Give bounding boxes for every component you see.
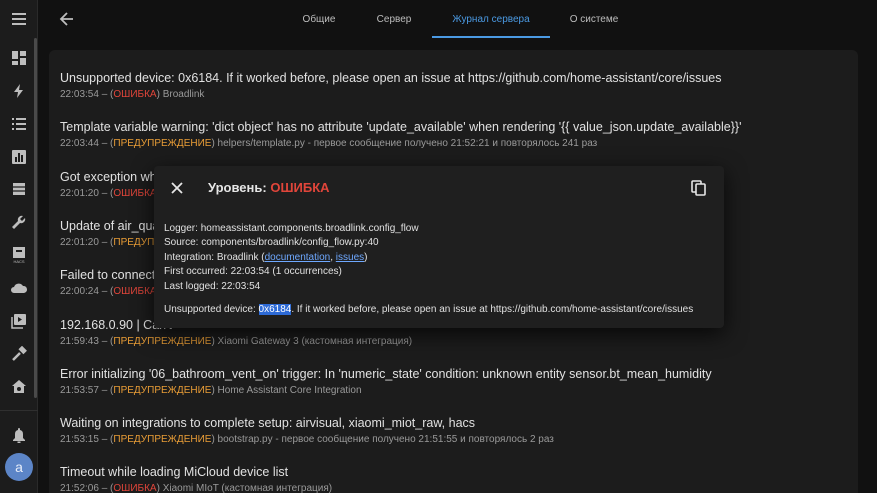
- log-level: ОШИБКА: [113, 188, 157, 199]
- detail-first-occurred: First occurred: 22:03:54 (1 occurrences): [164, 266, 342, 278]
- back-arrow-icon[interactable]: [57, 9, 77, 29]
- log-level: ПРЕДУПРЕЖДЕНИЕ: [113, 385, 212, 396]
- message-selected-text: 0x6184: [258, 304, 292, 315]
- log-level: ОШИБКА: [113, 89, 157, 100]
- log-entry[interactable]: Timeout while loading MiCloud device lis…: [60, 465, 850, 493]
- tab-about[interactable]: О системе: [546, 0, 642, 38]
- energy-icon[interactable]: [9, 81, 29, 101]
- log-time: 22:01:20: [60, 237, 99, 248]
- log-message: Waiting on integrations to complete setu…: [60, 416, 476, 430]
- documentation-link[interactable]: documentation: [265, 252, 331, 263]
- log-source: Home Assistant Core Integration: [217, 385, 362, 396]
- dialog-title-prefix: Уровень:: [208, 180, 267, 195]
- log-time: 22:03:54: [60, 89, 99, 100]
- log-meta: 21:52:06 – (ОШИБКА) Xiaomi MIoT (кастомн…: [60, 483, 333, 493]
- developer-tools-icon[interactable]: [9, 212, 29, 232]
- detail-integration: Integration: Broadlink (documentation, i…: [164, 251, 419, 265]
- tools-icon[interactable]: [9, 344, 29, 364]
- dialog-details: Logger: homeassistant.components.broadli…: [164, 222, 419, 294]
- top-bar: Общие Сервер Журнал сервера О системе: [38, 0, 877, 38]
- dialog-title: Уровень: ОШИБКА: [208, 180, 330, 195]
- log-time: 21:53:15: [60, 434, 99, 445]
- log-source: Xiaomi MIoT (кастомная интеграция): [162, 483, 333, 493]
- sidebar: HACS a: [0, 0, 38, 493]
- log-meta: 21:53:57 – (ПРЕДУПРЕЖДЕНИЕ) Home Assista…: [60, 385, 362, 396]
- log-meta: 21:59:43 – (ПРЕДУПРЕЖДЕНИЕ) Xiaomi Gatew…: [60, 336, 413, 347]
- sidebar-scrollbar[interactable]: [34, 38, 37, 398]
- integration-suffix: ): [364, 251, 368, 263]
- bell-icon[interactable]: [9, 425, 29, 445]
- media-icon[interactable]: [9, 311, 29, 331]
- dialog-message: Unsupported device: 0x6184. If it worked…: [164, 304, 693, 315]
- issues-link[interactable]: issues: [336, 252, 364, 263]
- log-source: helpers/template.py - первое сообщение п…: [217, 138, 598, 149]
- log-time: 21:53:57: [60, 385, 99, 396]
- history-icon[interactable]: [9, 147, 29, 167]
- log-entry[interactable]: Unsupported device: 0x6184. If it worked…: [60, 71, 850, 100]
- close-icon[interactable]: [169, 180, 185, 196]
- log-message: Timeout while loading MiCloud device lis…: [60, 465, 289, 479]
- tab-server[interactable]: Сервер: [350, 0, 438, 38]
- log-message: Error initializing '06_bathroom_vent_on'…: [60, 367, 712, 381]
- log-source: Broadlink: [162, 89, 205, 100]
- overview-icon[interactable]: [9, 48, 29, 68]
- svg-text:HACS: HACS: [13, 259, 24, 264]
- message-suffix: . If it worked before, please open an is…: [291, 304, 694, 315]
- active-tab-indicator: [432, 36, 550, 38]
- log-message: Template variable warning: 'dict object'…: [60, 120, 742, 134]
- cloud-icon[interactable]: [9, 278, 29, 298]
- log-time: 22:03:44: [60, 138, 99, 149]
- log-meta: 21:53:15 – (ПРЕДУПРЕЖДЕНИЕ) bootstrap.py…: [60, 434, 554, 445]
- menu-icon[interactable]: [9, 9, 29, 29]
- tab-server-logs[interactable]: Журнал сервера: [432, 0, 550, 38]
- logbook-icon[interactable]: [9, 114, 29, 134]
- log-meta: 22:03:44 – (ПРЕДУПРЕЖДЕНИЕ) helpers/temp…: [60, 138, 598, 149]
- log-time: 22:00:24: [60, 286, 99, 297]
- log-entry[interactable]: Template variable warning: 'dict object'…: [60, 120, 850, 149]
- avatar[interactable]: a: [5, 453, 33, 481]
- sidebar-divider: [0, 410, 38, 411]
- log-level: ПРЕДУПРЕЖДЕНИЕ: [113, 138, 212, 149]
- log-source: bootstrap.py - первое сообщение получено…: [217, 434, 554, 445]
- detail-last-logged: Last logged: 22:03:54: [164, 280, 261, 292]
- log-source: Xiaomi Gateway 3 (кастомная интеграция): [217, 336, 413, 347]
- log-time: 21:59:43: [60, 336, 99, 347]
- log-level: ОШИБКА: [113, 286, 157, 297]
- log-message: Unsupported device: 0x6184. If it worked…: [60, 71, 722, 85]
- log-time: 21:52:06: [60, 483, 99, 493]
- settings-icon[interactable]: [9, 377, 29, 397]
- dialog-title-level: ОШИБКА: [270, 180, 330, 195]
- integration-prefix: Integration: Broadlink (: [164, 251, 265, 263]
- detail-logger: Logger: homeassistant.components.broadli…: [164, 223, 419, 234]
- log-time: 22:01:20: [60, 188, 99, 199]
- copy-icon[interactable]: [690, 179, 708, 197]
- hacs-icon[interactable]: HACS: [9, 245, 29, 265]
- message-prefix: Unsupported device:: [164, 304, 259, 315]
- log-level: ОШИБКА: [113, 483, 157, 493]
- log-entry[interactable]: Error initializing '06_bathroom_vent_on'…: [60, 367, 850, 396]
- hacs-store-icon[interactable]: [9, 179, 29, 199]
- log-meta: 22:03:54 – (ОШИБКА) Broadlink: [60, 89, 205, 100]
- detail-source: Source: components/broadlink/config_flow…: [164, 237, 379, 249]
- log-entry[interactable]: Waiting on integrations to complete setu…: [60, 416, 850, 445]
- log-level: ПРЕДУПРЕЖДЕНИЕ: [113, 434, 212, 445]
- log-level: ПРЕДУПРЕЖДЕНИЕ: [113, 336, 212, 347]
- log-details-dialog: Уровень: ОШИБКА Logger: homeassistant.co…: [154, 166, 724, 328]
